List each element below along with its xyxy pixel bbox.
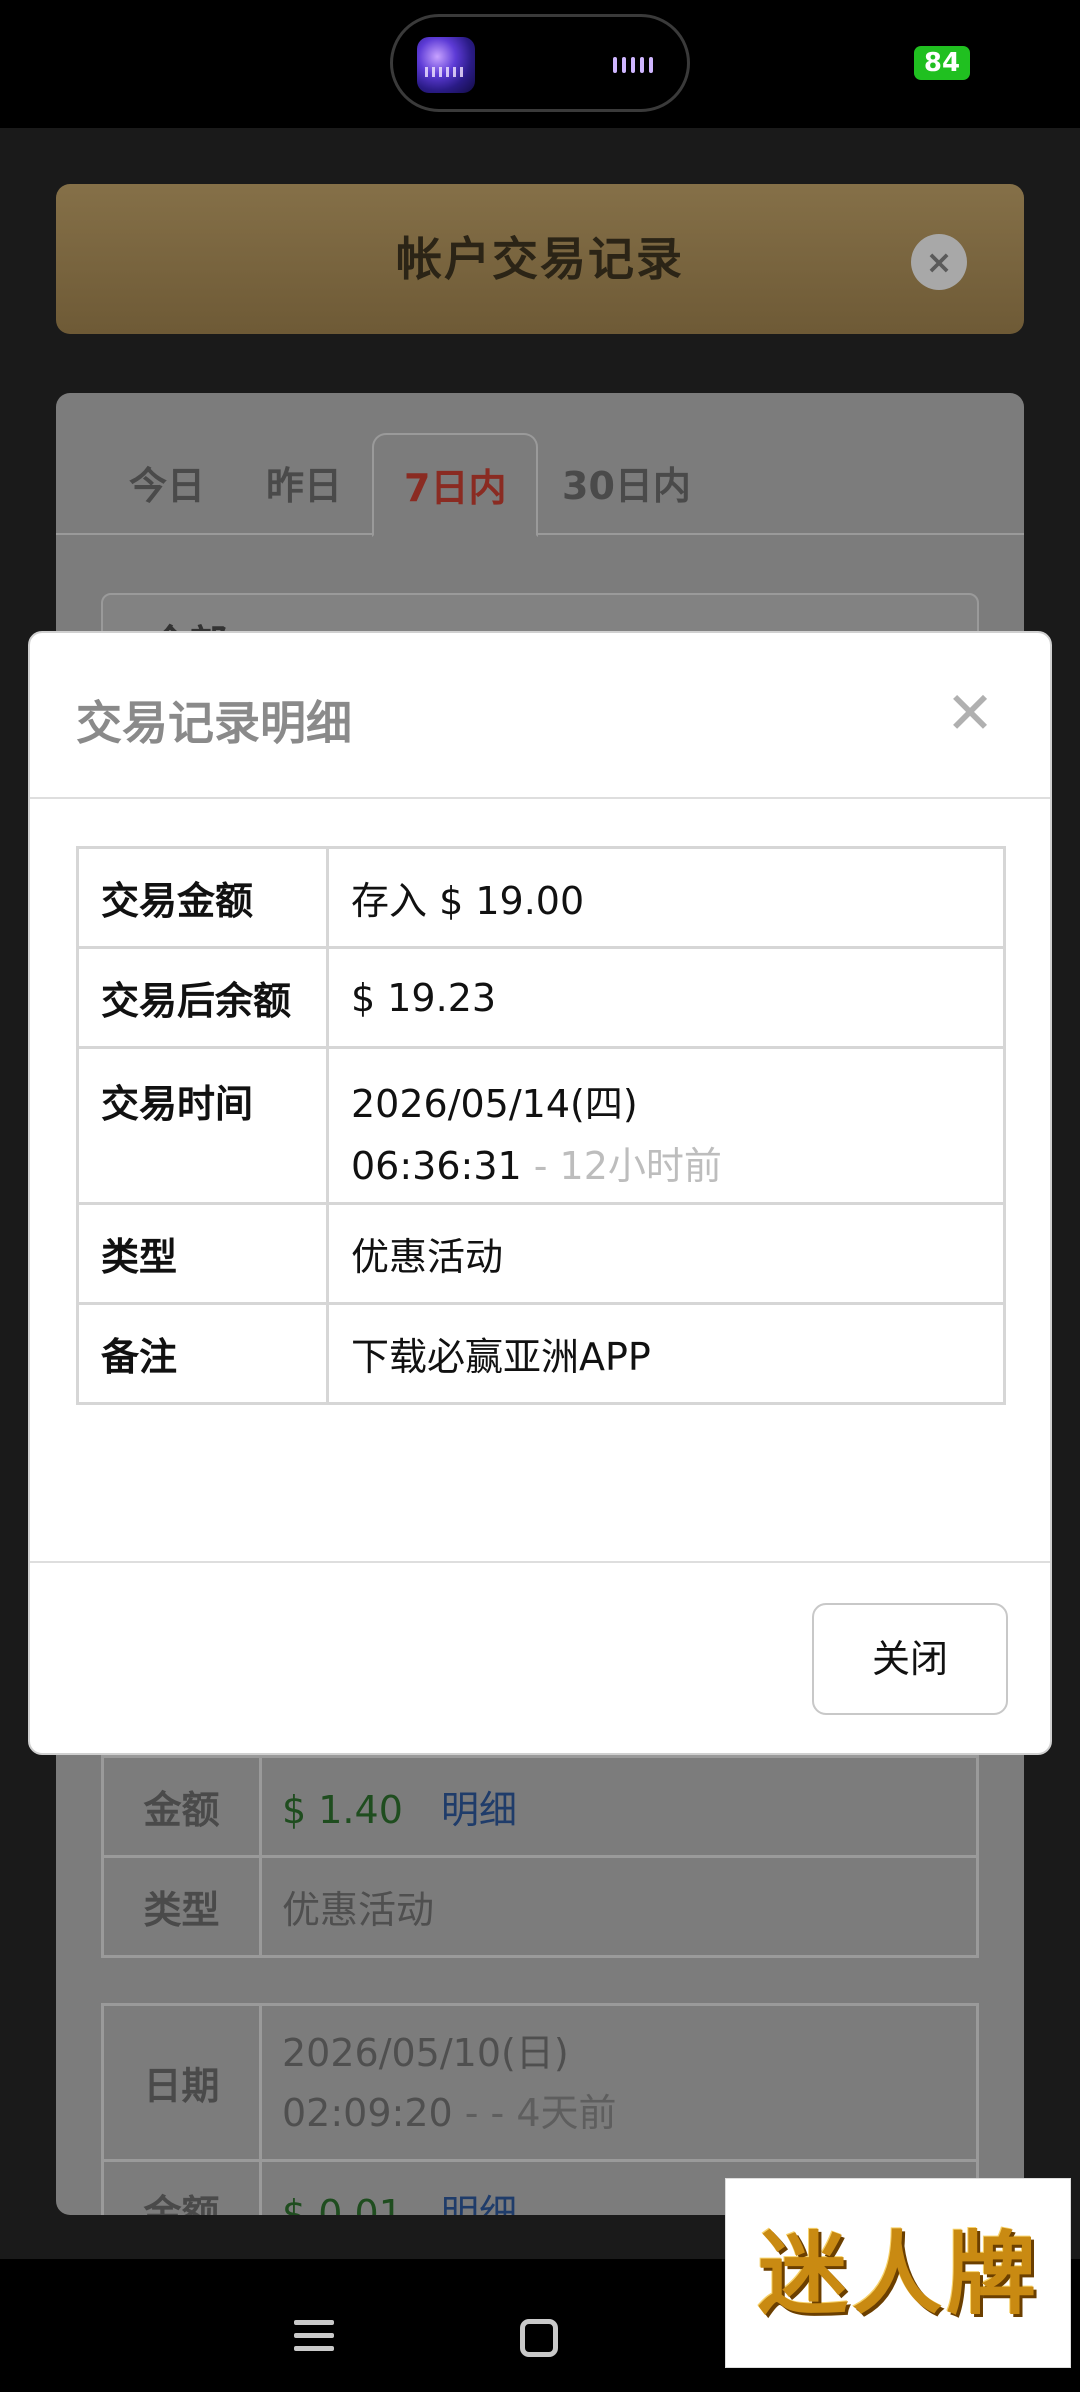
- date-cell: 2026/05/10(日) 02:09:20 - - 4天前: [259, 2003, 979, 2162]
- type-value: 优惠活动: [259, 1855, 979, 1958]
- detail-link[interactable]: 明细: [441, 2192, 517, 2215]
- watermark-text: 迷人牌: [758, 2221, 1040, 2327]
- close-icon[interactable]: ×: [911, 234, 967, 290]
- screen: 84 帐户交易记录 × 今日 昨日 7日内 30日内 全部 金额 $ 1.40 …: [0, 0, 1080, 2392]
- amount-value: $ 1.40: [282, 1788, 403, 1832]
- app-icon: [417, 37, 475, 93]
- tab-30-days[interactable]: 30日内: [562, 455, 691, 510]
- amount-value: 存入 $ 19.00: [326, 846, 1006, 949]
- time-clock: 06:36:31: [351, 1144, 522, 1188]
- tab-today[interactable]: 今日: [129, 455, 205, 510]
- tab-yesterday[interactable]: 昨日: [266, 455, 342, 510]
- time-line2-wrap: 06:36:31 - 12小时前: [351, 1135, 981, 1197]
- date-line1: 2026/05/10(日): [282, 2030, 569, 2075]
- modal-footer: 关闭: [30, 1561, 1050, 1755]
- amount-label: 交易金额: [76, 846, 329, 949]
- time-relative: - 12小时前: [521, 1144, 722, 1188]
- amount-label: 金额: [101, 2159, 262, 2215]
- menu-icon[interactable]: [294, 2320, 334, 2352]
- page-title: 帐户交易记录: [396, 232, 684, 286]
- balance-value: $ 19.23: [326, 946, 1006, 1049]
- row-note: 备注 下载必赢亚洲APP: [76, 1302, 1006, 1405]
- watermark-logo: 迷人牌: [725, 2178, 1071, 2368]
- time-date: 2026/05/14(四): [351, 1082, 638, 1126]
- date-label: 日期: [101, 2003, 262, 2162]
- tab-bar: 今日 昨日 7日内 30日内: [56, 393, 1024, 537]
- audio-wave-icon: [613, 57, 661, 73]
- table-row: 类型 优惠活动: [101, 1855, 979, 1958]
- close-button[interactable]: 关闭: [812, 1603, 1008, 1715]
- note-value: 下载必赢亚洲APP: [326, 1302, 1006, 1405]
- type-value: 优惠活动: [326, 1202, 1006, 1305]
- amount-value: $ 0.01: [282, 2192, 403, 2215]
- tab-7-days[interactable]: 7日内: [372, 433, 539, 537]
- transaction-detail-modal: 交易记录明细 ✕ 交易金额 存入 $ 19.00 交易后余额 $ 19.23 交…: [28, 631, 1052, 1755]
- row-balance: 交易后余额 $ 19.23: [76, 946, 1006, 1049]
- dynamic-island[interactable]: [390, 14, 690, 112]
- time-label: 交易时间: [76, 1046, 329, 1205]
- home-icon[interactable]: [520, 2319, 558, 2357]
- note-label: 备注: [76, 1302, 329, 1405]
- close-icon[interactable]: ✕: [942, 684, 998, 742]
- amount-cell: $ 1.40 明细: [259, 1755, 979, 1858]
- row-time: 交易时间 2026/05/14(四) 06:36:31 - 12小时前: [76, 1046, 1006, 1205]
- record-table: 金额 $ 1.40 明细 类型 优惠活动: [101, 1755, 979, 1958]
- date-line2-wrap: 02:09:20 - - 4天前: [282, 2083, 956, 2143]
- modal-title: 交易记录明细: [76, 696, 352, 750]
- table-row: 金额 $ 1.40 明细: [101, 1755, 979, 1858]
- row-type: 类型 优惠活动: [76, 1202, 1006, 1305]
- date-line2: 02:09:20: [282, 2090, 453, 2135]
- detail-table: 交易金额 存入 $ 19.00 交易后余额 $ 19.23 交易时间 2026/…: [76, 846, 1006, 1405]
- table-row: 日期 2026/05/10(日) 02:09:20 - - 4天前: [101, 2003, 979, 2162]
- type-label: 类型: [101, 1855, 262, 1958]
- status-bar: 84: [0, 0, 1080, 128]
- row-amount: 交易金额 存入 $ 19.00: [76, 846, 1006, 949]
- amount-label: 金额: [101, 1755, 262, 1858]
- type-label: 类型: [76, 1202, 329, 1305]
- detail-link[interactable]: 明细: [441, 1788, 517, 1832]
- modal-header: 交易记录明细 ✕: [30, 633, 1050, 799]
- battery-indicator: 84: [914, 46, 970, 80]
- date-relative: - - 4天前: [452, 2090, 617, 2135]
- app-header: 帐户交易记录 ×: [56, 184, 1024, 334]
- time-cell: 2026/05/14(四) 06:36:31 - 12小时前: [326, 1046, 1006, 1205]
- balance-label: 交易后余额: [76, 946, 329, 1049]
